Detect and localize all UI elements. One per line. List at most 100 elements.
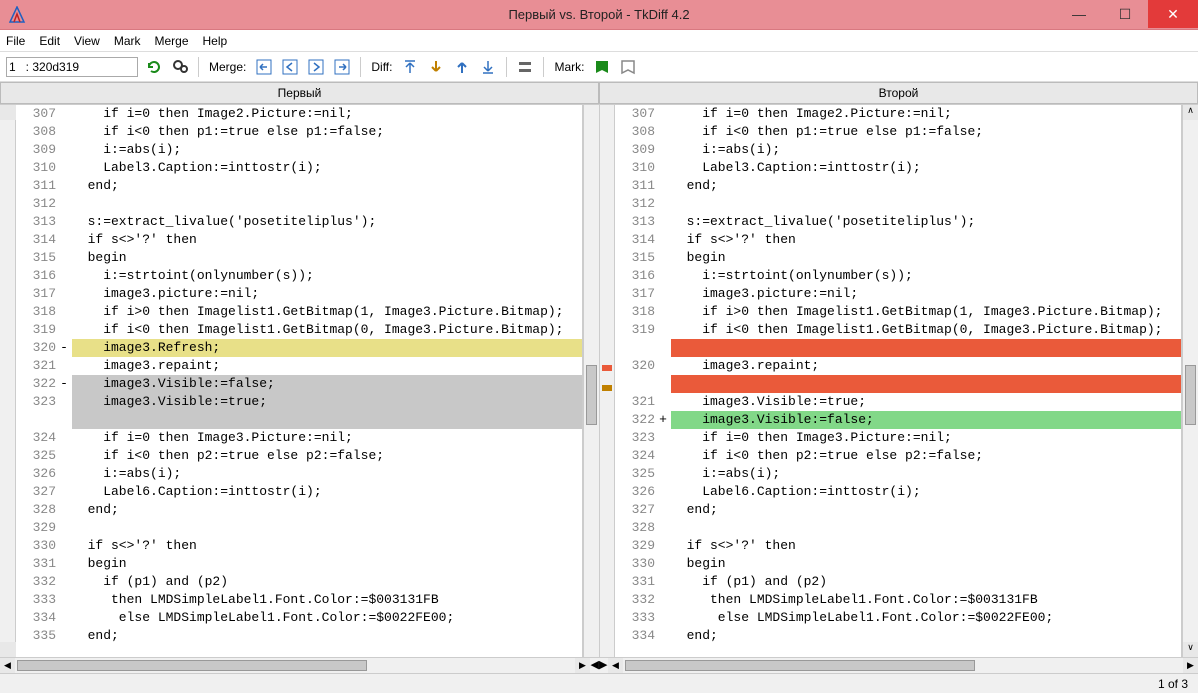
diff-marker: [56, 303, 72, 321]
diff-marker: [655, 159, 671, 177]
right-pane-title: Второй: [599, 82, 1198, 104]
menu-mark[interactable]: Mark: [114, 34, 141, 48]
code-line: image3.Visible:=false;: [671, 411, 1181, 429]
left-scrollbar[interactable]: [583, 105, 599, 657]
diff-marker: [56, 555, 72, 573]
scroll-thumb[interactable]: [586, 365, 597, 425]
refresh-icon[interactable]: [144, 57, 164, 77]
line-number: 308: [16, 123, 56, 141]
diff-marker: [655, 519, 671, 537]
scroll-up-icon[interactable]: ∧: [1183, 105, 1198, 120]
diff-first-icon[interactable]: [400, 57, 420, 77]
menu-help[interactable]: Help: [203, 34, 228, 48]
minimize-button[interactable]: —: [1056, 0, 1102, 28]
scroll-thumb[interactable]: [17, 660, 367, 671]
code-line: image3.Visible:=false;: [72, 375, 582, 393]
code-line: if s<>'?' then: [671, 537, 1181, 555]
code-line: if s<>'?' then: [72, 537, 582, 555]
diff-marker: [56, 267, 72, 285]
mark-label: Mark:: [554, 60, 584, 74]
diff-marker: [655, 213, 671, 231]
line-number: 318: [16, 303, 56, 321]
close-button[interactable]: ✕: [1148, 0, 1198, 28]
merge-prev-icon[interactable]: [280, 57, 300, 77]
merge-next-icon[interactable]: [306, 57, 326, 77]
center-icon[interactable]: [515, 57, 535, 77]
code-line: if i=0 then Image3.Picture:=nil;: [72, 429, 582, 447]
separator: [198, 57, 199, 77]
merge-last-right-icon[interactable]: [332, 57, 352, 77]
code-line: then LMDSimpleLabel1.Font.Color:=$003131…: [72, 591, 582, 609]
line-number: 316: [615, 267, 655, 285]
code-line: image3.picture:=nil;: [72, 285, 582, 303]
code-line: if i<0 then p2:=true else p2:=false;: [671, 447, 1181, 465]
merge-first-left-icon[interactable]: [254, 57, 274, 77]
code-line: if i>0 then Imagelist1.GetBitmap(1, Imag…: [671, 303, 1181, 321]
diff-marker: [655, 123, 671, 141]
diff-next-down-icon[interactable]: [426, 57, 446, 77]
separator: [543, 57, 544, 77]
right-pane[interactable]: 3073083093103113123133143153163173183193…: [615, 105, 1182, 657]
line-number: 311: [16, 177, 56, 195]
diff-last-icon[interactable]: [478, 57, 498, 77]
line-number: 326: [615, 483, 655, 501]
horizontal-scrollbar[interactable]: ◀ ▶ ◀▶ ◀ ▶: [0, 657, 1198, 673]
scroll-down-icon[interactable]: ∨: [1183, 642, 1198, 657]
map-mark: [602, 365, 612, 371]
code-line: then LMDSimpleLabel1.Font.Color:=$003131…: [671, 591, 1181, 609]
diff-marker: [655, 573, 671, 591]
line-number: 324: [16, 429, 56, 447]
find-icon[interactable]: [170, 57, 190, 77]
line-number: 310: [615, 159, 655, 177]
code-line: i:=strtoint(onlynumber(s));: [671, 267, 1181, 285]
line-number: 314: [615, 231, 655, 249]
menubar: File Edit View Mark Merge Help: [0, 30, 1198, 52]
diff-marker: +: [655, 411, 671, 429]
scroll-thumb[interactable]: [1185, 365, 1196, 425]
line-number: 319: [615, 321, 655, 339]
mark-clear-icon[interactable]: [618, 57, 638, 77]
diff-marker: -: [56, 339, 72, 357]
diff-marker: [56, 141, 72, 159]
code-line: if i<0 then p1:=true else p1:=false;: [671, 123, 1181, 141]
scroll-track[interactable]: [15, 658, 575, 673]
diff-marker: [655, 609, 671, 627]
code-line: s:=extract_livalue('posetiteliplus');: [72, 213, 582, 231]
scroll-right-icon[interactable]: ▶: [1183, 658, 1198, 673]
diff-marker: [56, 321, 72, 339]
maximize-button[interactable]: ☐: [1102, 0, 1148, 28]
code-line: end;: [72, 501, 582, 519]
sync-scroll-icon[interactable]: ◀▶: [590, 658, 608, 673]
mark-set-icon[interactable]: [592, 57, 612, 77]
line-number: 307: [615, 105, 655, 123]
code-line: end;: [72, 627, 582, 645]
code-line: end;: [72, 177, 582, 195]
scroll-right-icon[interactable]: ▶: [575, 658, 590, 673]
line-number: [615, 375, 655, 393]
line-number: 320: [16, 339, 56, 357]
center-map[interactable]: [599, 105, 615, 657]
line-number: 320: [615, 357, 655, 375]
scroll-track[interactable]: [623, 658, 1183, 673]
right-scrollbar[interactable]: ∧ ∨: [1182, 105, 1198, 657]
code-line: [72, 519, 582, 537]
left-pane[interactable]: 3073083093103113123133143153163173183193…: [16, 105, 583, 657]
line-number: 334: [16, 609, 56, 627]
diff-navigator-select[interactable]: [6, 57, 138, 77]
menu-edit[interactable]: Edit: [39, 34, 60, 48]
code-line: if s<>'?' then: [671, 231, 1181, 249]
code-line: if i=0 then Image2.Picture:=nil;: [671, 105, 1181, 123]
scroll-left-icon[interactable]: ◀: [608, 658, 623, 673]
scroll-thumb[interactable]: [625, 660, 975, 671]
diff-marker: [56, 627, 72, 645]
diff-label: Diff:: [371, 60, 392, 74]
line-number: 314: [16, 231, 56, 249]
scroll-left-icon[interactable]: ◀: [0, 658, 15, 673]
menu-merge[interactable]: Merge: [155, 34, 189, 48]
diff-prev-up-icon[interactable]: [452, 57, 472, 77]
menu-view[interactable]: View: [74, 34, 100, 48]
line-number: 322: [615, 411, 655, 429]
menu-file[interactable]: File: [6, 34, 25, 48]
diff-marker: [56, 249, 72, 267]
line-number: 329: [16, 519, 56, 537]
